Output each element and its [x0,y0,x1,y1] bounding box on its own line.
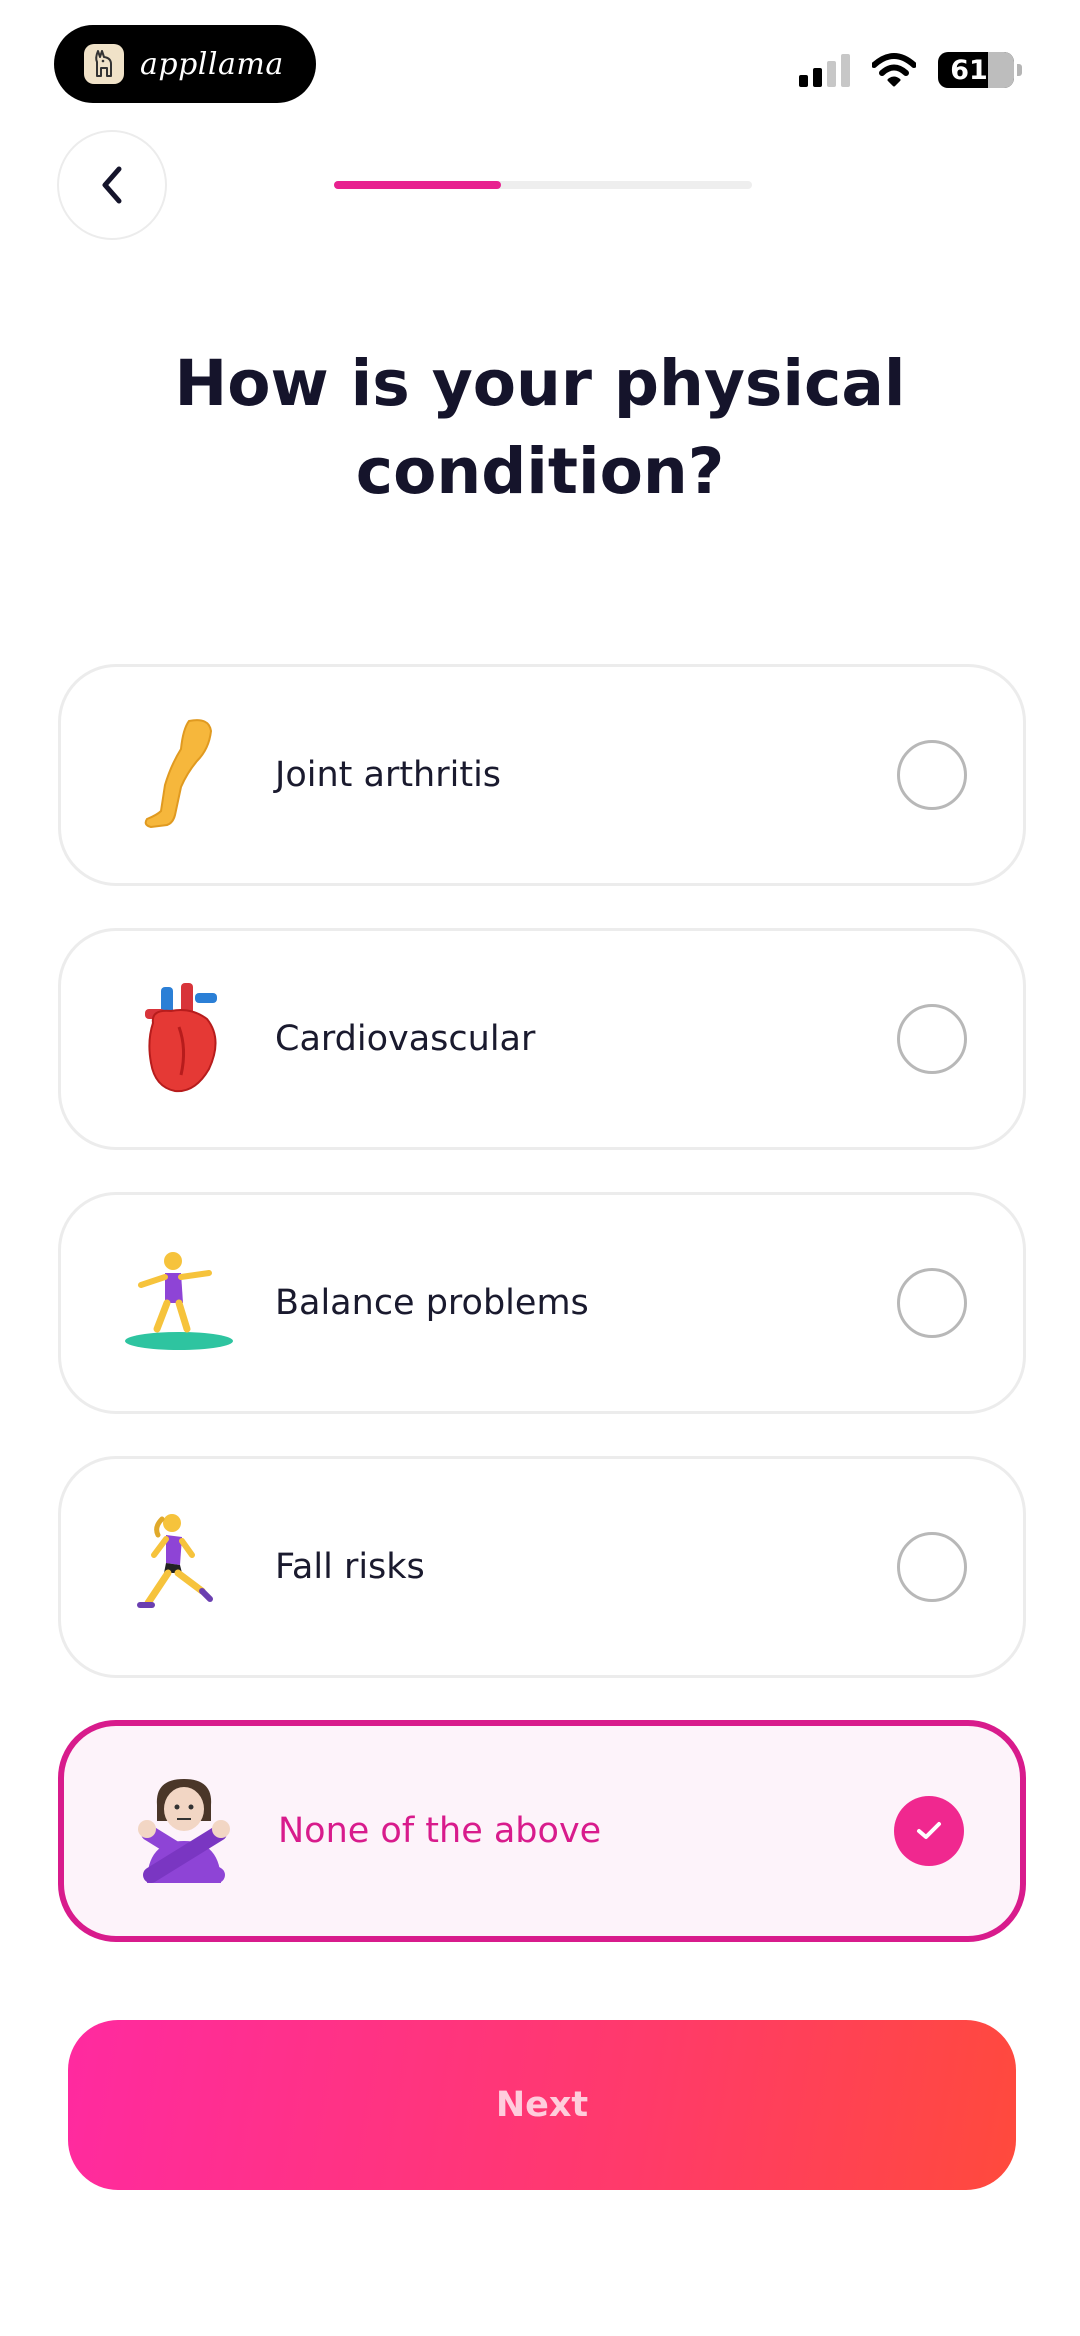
running-woman-icon [121,1507,241,1627]
page-title: How is your physical condition? [174,347,906,508]
option-label: Cardiovascular [275,1019,536,1059]
option-balance-problems[interactable]: Balance problems [58,1192,1026,1414]
option-joint-arthritis[interactable]: Joint arthritis [58,664,1026,886]
progress-bar [334,181,752,189]
surfer-icon [121,1243,241,1363]
option-radio[interactable] [897,1532,967,1602]
cellular-signal-icon [799,53,850,87]
option-none-of-the-above[interactable]: None of the above [58,1720,1026,1942]
status-bar: appllama 61 [0,0,1080,120]
option-fall-risks[interactable]: Fall risks [58,1456,1026,1678]
option-radio[interactable] [897,1268,967,1338]
option-cardiovascular[interactable]: Cardiovascular [58,928,1026,1150]
next-button[interactable]: Next [68,2020,1016,2190]
no-gesture-icon [124,1771,244,1891]
battery-icon: 61 [938,52,1022,88]
app-indicator-pill[interactable]: appllama [54,25,316,103]
option-radio[interactable] [897,740,967,810]
option-radio[interactable] [897,1004,967,1074]
options-list: Joint arthritis Cardiovascular Balance p… [58,664,1026,1984]
wifi-icon [872,53,916,87]
chevron-left-icon [102,166,122,204]
battery-level: 61 [950,54,988,86]
llama-logo-icon [84,44,124,84]
option-label: Balance problems [275,1283,589,1323]
leg-icon [121,715,241,835]
option-label: Fall risks [275,1547,425,1587]
option-label: Joint arthritis [275,755,502,795]
option-radio-checked[interactable] [894,1796,964,1866]
checkmark-icon [917,1822,941,1839]
anatomical-heart-icon [121,979,241,1099]
app-name: appllama [140,46,284,82]
option-label: None of the above [278,1811,602,1851]
back-button[interactable] [57,130,167,240]
progress-fill [334,181,502,189]
